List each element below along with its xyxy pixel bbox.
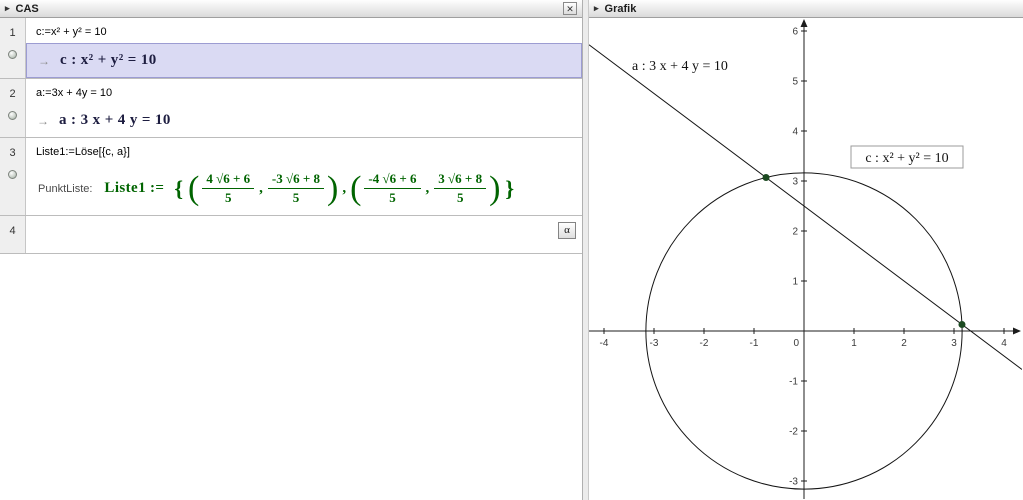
- output-arrow-icon: →: [38, 54, 50, 68]
- geogebra-window: ▸ CAS ✕ 1 c:=x² + y² = 10 → c : x² + y² …: [0, 0, 1023, 500]
- row-status-bullet-icon[interactable]: [8, 170, 17, 179]
- comma: ,: [259, 180, 263, 197]
- fraction-2: -3 √6 + 8 5: [268, 171, 324, 207]
- left-paren: (: [188, 175, 199, 202]
- row-gutter-1[interactable]: 1: [0, 18, 26, 78]
- cas-input-2[interactable]: a:=3x + 4y = 10: [26, 79, 582, 104]
- y-tick-label: 6: [792, 27, 798, 38]
- circle-label[interactable]: c : x² + y² = 10: [865, 151, 948, 166]
- numerator: 4 √6 + 6: [202, 171, 254, 189]
- y-tick-label: -1: [789, 377, 798, 388]
- cas-output-1[interactable]: → c : x² + y² = 10: [26, 43, 582, 78]
- x-tick-label: 4: [1001, 338, 1007, 349]
- row-gutter-2[interactable]: 2: [0, 79, 26, 137]
- special-chars-button[interactable]: α: [558, 222, 576, 239]
- y-tick-label: 2: [792, 227, 798, 238]
- cas-input-3[interactable]: Liste1:=Löse[{c, a}]: [26, 138, 582, 163]
- fraction-3: -4 √6 + 6 5: [364, 171, 420, 207]
- cas-output-3[interactable]: PunktListe: Liste1 := { ( 4 √6 + 6 5 ,: [26, 163, 582, 215]
- x-tick-label: 2: [901, 338, 907, 349]
- right-paren: ): [327, 175, 338, 202]
- graphics-view[interactable]: -4 -3 -2 -1 1 2 3 4 -3 -2 -1 1 2 3 4 5 6 0 a : 3 x + 4 y =…: [589, 18, 1023, 500]
- list-name: Liste1: [104, 180, 146, 197]
- cas-row-3[interactable]: 3 Liste1:=Löse[{c, a}] PunktListe: Liste…: [0, 138, 582, 216]
- cas-row-2[interactable]: 2 a:=3x + 4y = 10 → a : 3 x + 4 y = 10: [0, 79, 582, 138]
- graphics-panel: ▸ Grafik -4 -3 -2 -1 1 2 3 4 -3 -2 -1 1 2 3 4 5 6 0 a : 3 …: [589, 0, 1023, 500]
- x-tick-label: 1: [851, 338, 857, 349]
- graphics-title: Grafik: [605, 3, 637, 15]
- cas-input-1[interactable]: c:=x² + y² = 10: [26, 18, 582, 43]
- line-label[interactable]: a : 3 x + 4 y = 10: [632, 59, 728, 74]
- row-number: 2: [9, 88, 15, 100]
- x-axis-arrow-icon: [1013, 328, 1021, 335]
- row-gutter-3[interactable]: 3: [0, 138, 26, 215]
- cas-rows: 1 c:=x² + y² = 10 → c : x² + y² = 10 2: [0, 18, 582, 500]
- y-tick-label: -3: [789, 477, 798, 488]
- denominator: 5: [225, 189, 232, 206]
- row-main-1: c:=x² + y² = 10 → c : x² + y² = 10: [26, 18, 582, 78]
- left-brace: {: [174, 176, 183, 202]
- y-tick-label: 3: [792, 177, 798, 188]
- y-tick-label: 5: [792, 77, 798, 88]
- numerator: -4 √6 + 6: [364, 171, 420, 189]
- output-math-1: c : x² + y² = 10: [60, 52, 157, 69]
- row-number: 3: [9, 147, 15, 159]
- row-main-4[interactable]: α: [26, 216, 582, 253]
- right-paren: ): [489, 175, 500, 202]
- right-brace: }: [505, 176, 514, 202]
- intersection-point-1[interactable]: [958, 321, 965, 328]
- origin-label: 0: [793, 338, 799, 349]
- graph-canvas[interactable]: -4 -3 -2 -1 1 2 3 4 -3 -2 -1 1 2 3 4 5 6 0 a : 3 x + 4 y =…: [589, 18, 1022, 499]
- row-gutter-4[interactable]: 4: [0, 216, 26, 253]
- cas-title: CAS: [16, 3, 39, 15]
- assign-symbol: :=: [150, 180, 164, 197]
- numerator: 3 √6 + 8: [434, 171, 486, 189]
- left-paren: (: [350, 175, 361, 202]
- x-tick-label: -1: [750, 338, 759, 349]
- cas-output-2[interactable]: → a : 3 x + 4 y = 10: [26, 104, 582, 137]
- output-math-2: a : 3 x + 4 y = 10: [59, 112, 171, 129]
- y-tick-label: 4: [792, 127, 798, 138]
- denominator: 5: [457, 189, 464, 206]
- numerator: -3 √6 + 8: [268, 171, 324, 189]
- output-math-3: Liste1 := { ( 4 √6 + 6 5 , -3 √6 + 8: [104, 171, 518, 207]
- row-main-2: a:=3x + 4y = 10 → a : 3 x + 4 y = 10: [26, 79, 582, 137]
- panel-toggle-icon[interactable]: ▸: [594, 3, 599, 14]
- cas-header: ▸ CAS ✕: [0, 0, 582, 18]
- y-tick-label: 1: [792, 277, 798, 288]
- denominator: 5: [389, 189, 396, 206]
- fraction-1: 4 √6 + 6 5: [202, 171, 254, 207]
- y-tick-label: -2: [789, 427, 798, 438]
- y-axis-arrow-icon: [801, 19, 808, 27]
- x-tick-label: 3: [951, 338, 957, 349]
- row-number: 4: [9, 225, 15, 237]
- x-tick-label: -4: [600, 338, 609, 349]
- row-number: 1: [9, 27, 15, 39]
- x-tick-label: -2: [700, 338, 709, 349]
- comma: ,: [426, 180, 430, 197]
- graphics-header: ▸ Grafik: [589, 0, 1023, 18]
- cas-row-1[interactable]: 1 c:=x² + y² = 10 → c : x² + y² = 10: [0, 18, 582, 79]
- row-main-3: Liste1:=Löse[{c, a}] PunktListe: Liste1 …: [26, 138, 582, 215]
- fraction-4: 3 √6 + 8 5: [434, 171, 486, 207]
- intersection-point-2[interactable]: [763, 174, 770, 181]
- cas-row-4[interactable]: 4 α: [0, 216, 582, 254]
- row-status-bullet-icon[interactable]: [8, 50, 17, 59]
- output-arrow-icon: →: [37, 114, 49, 128]
- denominator: 5: [293, 189, 300, 206]
- panel-toggle-icon[interactable]: ▸: [5, 3, 10, 14]
- row-status-bullet-icon[interactable]: [8, 111, 17, 120]
- comma: ,: [342, 180, 346, 197]
- cas-panel: ▸ CAS ✕ 1 c:=x² + y² = 10 → c : x² + y² …: [0, 0, 583, 500]
- x-tick-label: -3: [650, 338, 659, 349]
- line-curve[interactable]: [589, 45, 1022, 370]
- output-type-label: PunktListe:: [38, 183, 92, 195]
- close-icon[interactable]: ✕: [563, 2, 577, 15]
